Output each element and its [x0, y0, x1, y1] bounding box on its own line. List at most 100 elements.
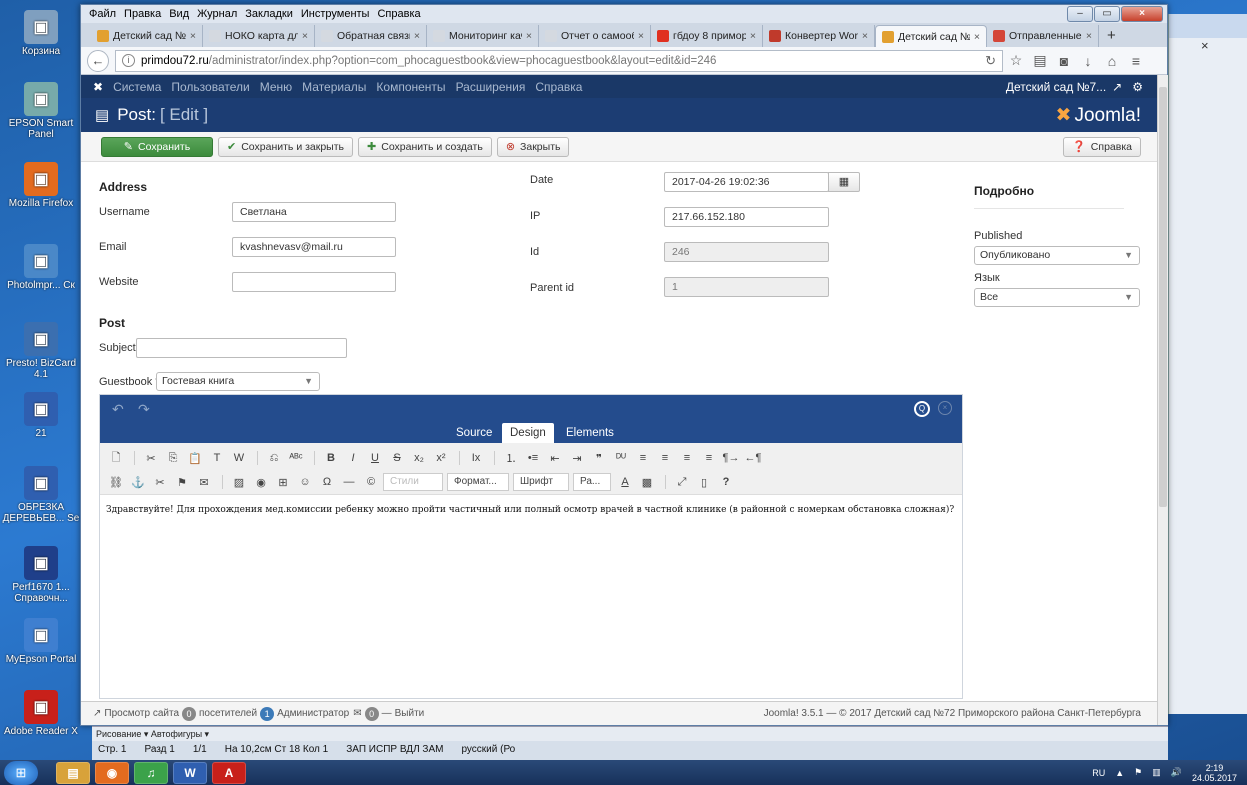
- cut-icon[interactable]: ✂: [141, 452, 161, 465]
- save-close-button[interactable]: ✔ Сохранить и закрыть: [218, 136, 354, 157]
- browser-tab[interactable]: Детский сад №72 ×: [875, 25, 987, 47]
- undo-icon[interactable]: ↶: [112, 401, 124, 418]
- network-icon[interactable]: ▥: [1152, 767, 1161, 778]
- background-window[interactable]: ×: [1168, 14, 1247, 714]
- bold-icon[interactable]: B: [321, 452, 341, 464]
- desktop-icon[interactable]: ▣ Photolmpr... Ск: [2, 244, 80, 291]
- tab-close-icon[interactable]: ×: [302, 30, 308, 42]
- tab-source[interactable]: Source: [448, 423, 500, 443]
- tab-close-icon[interactable]: ×: [414, 30, 420, 42]
- menu-item[interactable]: Инструменты: [301, 8, 370, 20]
- admin-menu-item[interactable]: Пользователи: [171, 80, 249, 94]
- joomla-logo-icon[interactable]: ✖: [93, 80, 103, 94]
- firefox-taskbar-icon[interactable]: ◉: [95, 761, 129, 784]
- anchor-icon[interactable]: ⚓: [128, 476, 148, 489]
- tab-close-icon[interactable]: ×: [190, 30, 196, 42]
- chevron-up-icon[interactable]: ▲: [1115, 768, 1124, 778]
- menu-item[interactable]: Вид: [169, 8, 189, 20]
- word-taskbar-icon[interactable]: W: [173, 761, 207, 784]
- browser-tab[interactable]: НОКО карта для эксп ×: [203, 25, 315, 47]
- desktop-icon[interactable]: ▣ Adobe Reader X: [2, 690, 80, 737]
- clock[interactable]: 2:19 24.05.2017: [1192, 763, 1237, 783]
- info-icon[interactable]: i: [122, 54, 135, 67]
- tab-elements[interactable]: Elements: [558, 423, 622, 443]
- save-new-button[interactable]: ✚ Сохранить и создать: [358, 136, 492, 157]
- new-tab-button[interactable]: +: [1099, 25, 1124, 47]
- fullscreen-icon[interactable]: ⤢: [672, 476, 692, 489]
- word-drawing-toolbar[interactable]: Рисование ▾ Автофигуры ▾: [92, 727, 1168, 741]
- outdent-icon[interactable]: ⇤: [545, 452, 565, 465]
- admin-menu-item[interactable]: Справка: [535, 80, 582, 94]
- horizontal-rule-icon[interactable]: ―: [339, 476, 359, 488]
- underline-icon[interactable]: U: [365, 452, 385, 464]
- new-document-icon[interactable]: 🗋: [106, 449, 126, 468]
- reload-icon[interactable]: ↻: [985, 53, 996, 69]
- home-icon[interactable]: ⌂: [1101, 53, 1123, 69]
- link-icon[interactable]: ⛓: [106, 476, 126, 489]
- acrobat-taskbar-icon[interactable]: A: [212, 761, 246, 784]
- email-input[interactable]: kvashnevasv@mail.ru: [232, 237, 396, 257]
- media-taskbar-icon[interactable]: ♫: [134, 761, 168, 784]
- abbr-icon[interactable]: ᴰᵁ: [611, 452, 631, 464]
- copy-icon[interactable]: ⎘: [163, 452, 183, 465]
- url-bar[interactable]: i primdou72.ru /administrator/index.php?…: [115, 49, 1003, 72]
- desktop-icon[interactable]: ▣ Корзина: [2, 10, 80, 57]
- browser-tab[interactable]: гбдоу 8 приморск ×: [651, 25, 763, 47]
- hamburger-menu-icon[interactable]: ≡: [1125, 53, 1147, 69]
- view-site-link[interactable]: Просмотр сайта: [104, 708, 179, 719]
- paste-icon[interactable]: 📋: [185, 452, 205, 465]
- explorer-taskbar-icon[interactable]: ▤: [56, 761, 90, 784]
- admin-menu-item[interactable]: Компоненты: [376, 80, 445, 94]
- preview-icon[interactable]: ▯: [694, 476, 714, 489]
- menu-item[interactable]: Правка: [124, 8, 161, 20]
- paste-text-icon[interactable]: T: [207, 452, 227, 464]
- bookmarks-list-icon[interactable]: ▤: [1029, 52, 1051, 69]
- close-icon[interactable]: ×: [1201, 38, 1209, 53]
- desktop-icon[interactable]: ▣ EPSON Smart Panel: [2, 82, 80, 140]
- flag-icon[interactable]: ⚑: [172, 476, 192, 489]
- username-input[interactable]: Светлана: [232, 202, 396, 222]
- browser-tab[interactable]: Конвертер Word ×: [763, 25, 875, 47]
- editor-content[interactable]: Здравствуйте! Для прохождения мед.комисс…: [100, 495, 962, 525]
- calendar-button[interactable]: ▦: [828, 172, 860, 192]
- page-scrollbar[interactable]: [1157, 75, 1168, 725]
- flag-icon[interactable]: ⚑: [1134, 767, 1142, 778]
- logout-link[interactable]: Выйти: [395, 708, 425, 719]
- align-left-icon[interactable]: ≡: [633, 452, 653, 464]
- strikethrough-icon[interactable]: S: [387, 452, 407, 464]
- tab-close-icon[interactable]: ×: [862, 30, 868, 42]
- clear-format-icon[interactable]: Ix: [466, 452, 486, 464]
- desktop-icon[interactable]: ▣ Perf1670 1... Справочн...: [2, 546, 80, 604]
- date-input[interactable]: 2017-04-26 19:02:36: [664, 172, 829, 192]
- published-select[interactable]: Опубликовано ▼: [974, 246, 1140, 265]
- desktop-icon[interactable]: ▣ Presto! BizCard 4.1: [2, 322, 80, 380]
- admin-menu-item[interactable]: Система: [113, 80, 161, 94]
- size-dropdown[interactable]: Ра...: [573, 473, 611, 491]
- desktop-icon[interactable]: ▣ ОБРЕЗКА ДЕРЕВЬЕВ... Se: [2, 466, 80, 524]
- image-icon[interactable]: ▨: [229, 476, 249, 489]
- external-link-icon[interactable]: ↗: [1112, 80, 1122, 94]
- tab-close-icon[interactable]: ×: [750, 30, 756, 42]
- spellcheck-icon[interactable]: ᴬᴮᶜ: [286, 452, 306, 464]
- ltr-icon[interactable]: ¶→: [721, 452, 741, 464]
- ip-input[interactable]: 217.66.152.180: [664, 207, 829, 227]
- email-icon[interactable]: ✉: [194, 476, 214, 489]
- rtl-icon[interactable]: ←¶: [743, 452, 763, 464]
- browser-tab[interactable]: Детский сад №72 ×: [91, 25, 203, 47]
- start-button[interactable]: ⊞: [4, 760, 38, 785]
- site-link[interactable]: Детский сад №7...: [1006, 80, 1106, 94]
- search-icon[interactable]: Q: [914, 401, 930, 417]
- close-button[interactable]: ⊗ Закрыть: [496, 136, 570, 157]
- media-icon[interactable]: ◉: [251, 476, 271, 489]
- browser-tab[interactable]: Отправленные - ×: [987, 25, 1099, 47]
- format-dropdown[interactable]: Формат...: [447, 473, 509, 491]
- menu-item[interactable]: Справка: [377, 8, 420, 20]
- menu-item[interactable]: Журнал: [197, 8, 237, 20]
- background-color-icon[interactable]: ▩: [637, 476, 657, 489]
- special-char-icon[interactable]: Ω: [317, 476, 337, 488]
- align-right-icon[interactable]: ≡: [677, 452, 697, 464]
- help-button[interactable]: ❓ Справка: [1063, 136, 1141, 157]
- subject-input[interactable]: [136, 338, 347, 358]
- ordered-list-icon[interactable]: ⒈: [501, 450, 521, 466]
- font-color-icon[interactable]: A: [615, 476, 635, 488]
